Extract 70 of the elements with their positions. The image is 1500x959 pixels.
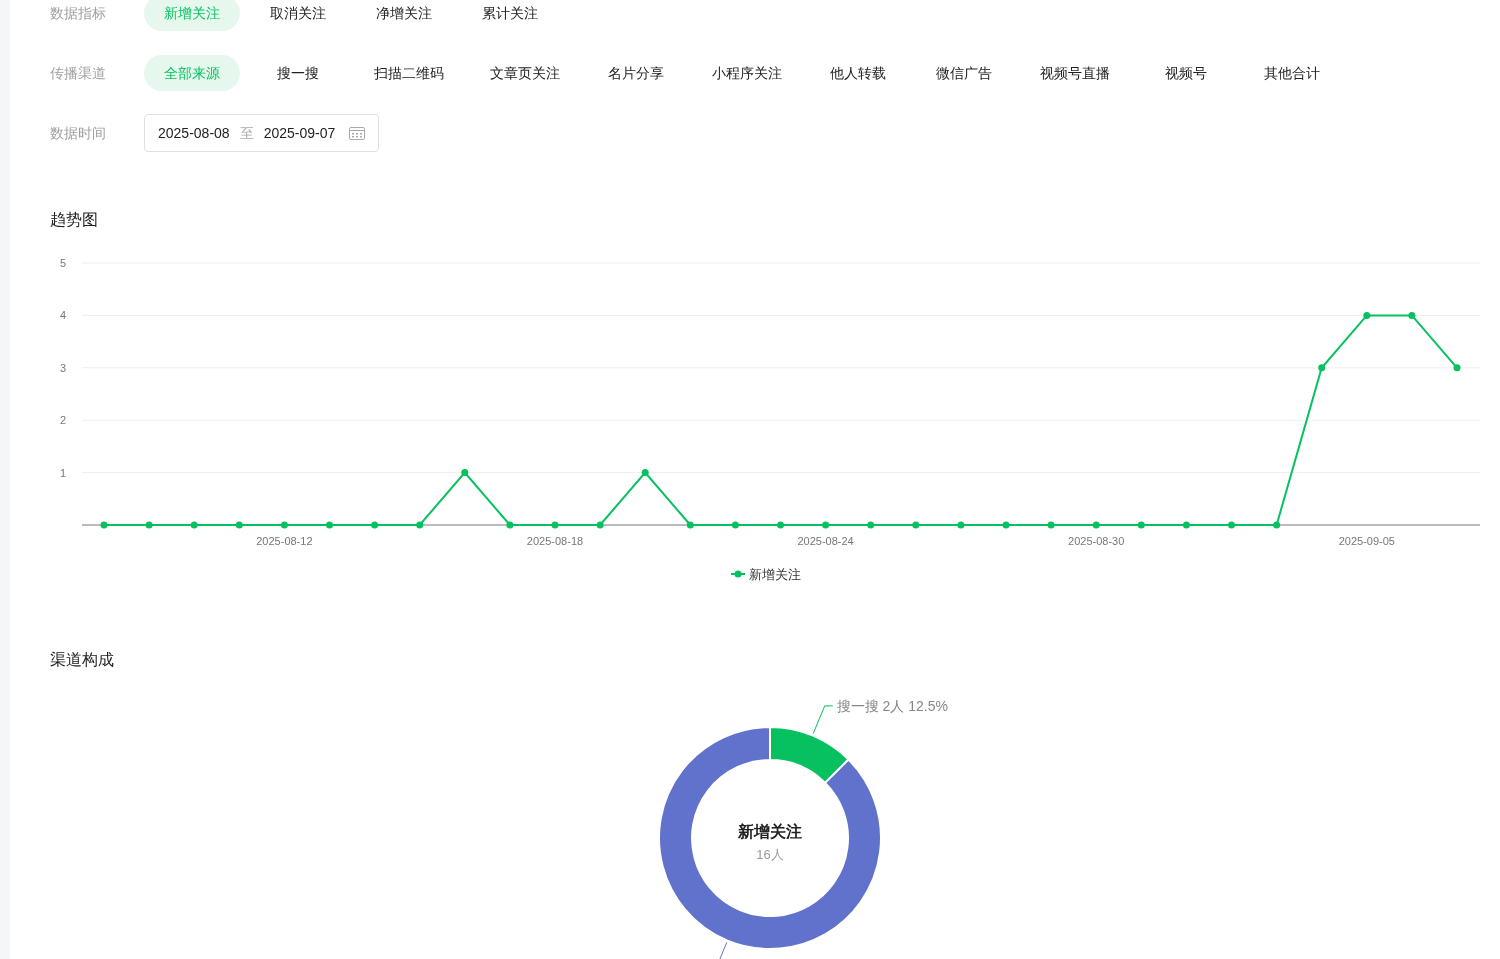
legend-marker-icon [730, 570, 746, 578]
data-point [1228, 521, 1235, 529]
filter-label: 数据时间 [50, 123, 107, 143]
data-point [416, 521, 424, 529]
data-point [280, 521, 288, 529]
data-point [1137, 521, 1145, 529]
data-point [1408, 311, 1416, 319]
slice-label: 搜一搜 2人 12.5% [836, 697, 948, 714]
data-point [912, 521, 920, 529]
data-point [957, 521, 965, 529]
x-tick-label: 2025-08-12 [256, 535, 313, 547]
filter-label: 数据指标 [50, 3, 107, 23]
data-point [867, 521, 875, 529]
data-point [596, 521, 604, 529]
y-tick-label: 3 [59, 361, 66, 374]
filter-chip[interactable]: 微信广告 [916, 55, 1012, 91]
data-point [1273, 521, 1281, 529]
data-point [1182, 521, 1190, 529]
filter-chip[interactable]: 净增关注 [356, 0, 452, 31]
end-date: 2025-09-07 [263, 123, 336, 143]
start-date: 2025-08-08 [158, 123, 230, 143]
data-point [100, 521, 108, 529]
legend-label: 新增关注 [749, 567, 801, 582]
filter-chip[interactable]: 视频号直播 [1022, 55, 1128, 91]
data-point [326, 521, 333, 529]
filter-chip[interactable]: 累计关注 [462, 0, 558, 31]
donut-center-title: 新增关注 [738, 823, 802, 840]
data-point [777, 521, 784, 529]
filter-chip[interactable]: 小程序关注 [694, 55, 800, 91]
data-point [731, 521, 739, 529]
donut-center-value: 16人 [756, 847, 784, 862]
filter-chip[interactable]: 扫描二维码 [356, 55, 462, 91]
data-point [1453, 364, 1461, 372]
data-point [822, 521, 830, 529]
filter-chip[interactable]: 其他合计 [1244, 55, 1340, 91]
data-point [551, 521, 559, 529]
y-tick-label: 5 [59, 257, 66, 269]
filter-label: 传播渠道 [50, 63, 107, 83]
data-point [1002, 521, 1010, 529]
data-point [641, 469, 649, 477]
calendar-icon [349, 126, 366, 140]
data-point [686, 521, 694, 529]
data-point [1092, 521, 1100, 529]
data-point [190, 521, 198, 529]
data-point [145, 521, 153, 529]
x-tick-label: 2025-08-24 [797, 535, 854, 547]
filter-chip[interactable]: 取消关注 [250, 0, 346, 31]
date-range-field[interactable]: 2025-08-08 至 2025-09-07 [144, 114, 380, 152]
x-tick-label: 2025-09-05 [1338, 535, 1395, 547]
data-point [1047, 521, 1055, 529]
section-title: 趋势图 [50, 210, 99, 230]
data-point [506, 521, 514, 529]
y-tick-label: 1 [59, 466, 66, 479]
filter-chip[interactable]: 文章页关注 [472, 55, 578, 91]
filter-chip[interactable]: 搜一搜 [250, 55, 346, 91]
filter-chip[interactable]: 他人转载 [810, 55, 906, 91]
leader-line [812, 705, 834, 735]
data-point [371, 521, 379, 529]
range-separator: 至 [239, 123, 254, 143]
y-tick-label: 4 [59, 309, 66, 322]
data-point [1318, 364, 1326, 372]
data-point [235, 521, 243, 529]
x-tick-label: 2025-08-18 [526, 535, 584, 547]
data-point [461, 469, 469, 477]
filter-chip[interactable]: 名片分享 [588, 55, 684, 91]
filter-chip[interactable]: 视频号 [1138, 55, 1234, 91]
y-tick-label: 2 [59, 414, 66, 427]
x-tick-label: 2025-08-30 [1068, 535, 1125, 547]
section-title: 渠道构成 [50, 650, 115, 670]
data-point [1363, 311, 1371, 319]
